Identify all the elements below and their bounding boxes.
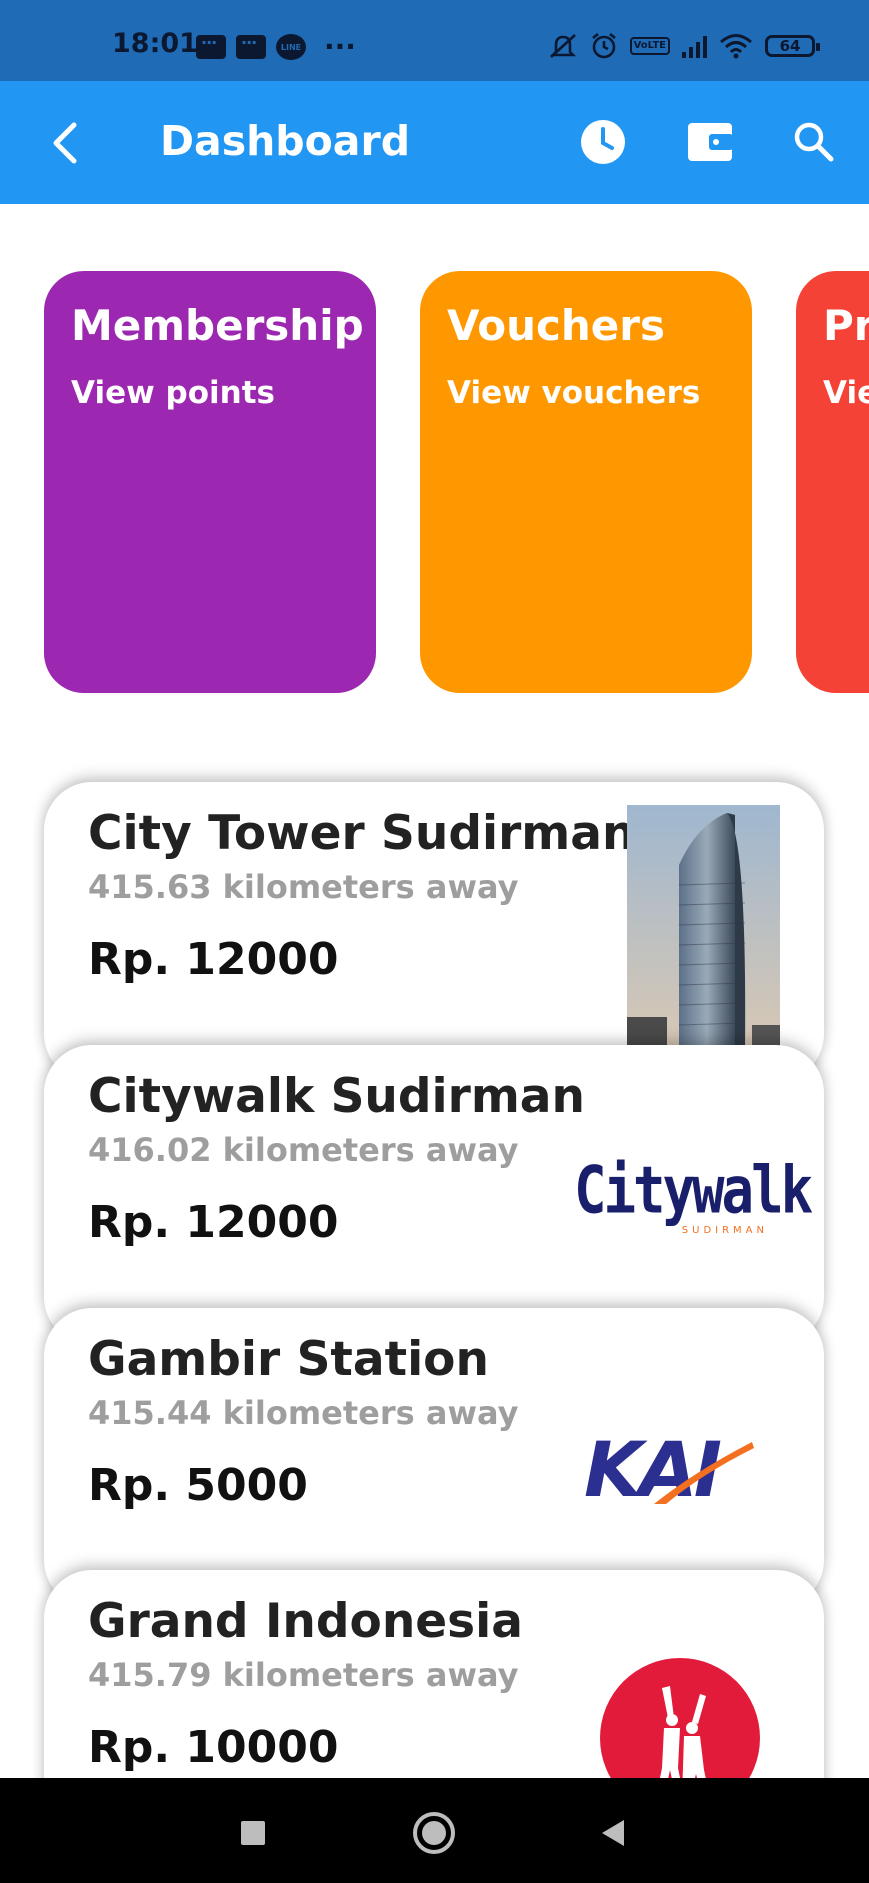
message-icon — [196, 33, 226, 59]
place-name: Gambir Station — [88, 1332, 489, 1387]
membership-card[interactable]: Membership View points — [44, 271, 376, 693]
place-distance: 415.63 kilometers away — [88, 868, 519, 906]
place-name: Grand Indonesia — [88, 1594, 523, 1649]
history-button[interactable] — [572, 111, 634, 173]
battery-icon: 64 — [765, 35, 820, 57]
square-icon — [241, 1821, 265, 1845]
notification-icons: LINE ··· — [196, 30, 356, 63]
place-name: City Tower Sudirman — [88, 806, 636, 861]
home-button[interactable] — [409, 1808, 459, 1858]
place-distance: 415.79 kilometers away — [88, 1656, 519, 1694]
system-icons: VoLTE 64 — [548, 32, 820, 60]
circle-icon — [413, 1812, 455, 1854]
back-button[interactable] — [40, 115, 96, 171]
place-card-gambir[interactable]: Gambir Station 415.44 kilometers away Rp… — [44, 1308, 824, 1608]
app-bar: Dashboard — [0, 81, 869, 204]
status-time: 18:01 — [112, 28, 198, 59]
vouchers-card[interactable]: Vouchers View vouchers — [420, 271, 752, 693]
place-distance: 415.44 kilometers away — [88, 1394, 519, 1432]
back-nav-button[interactable] — [588, 1808, 638, 1858]
place-card-city-tower[interactable]: City Tower Sudirman 415.63 kilometers aw… — [44, 782, 824, 1082]
volte-icon: VoLTE — [629, 37, 670, 55]
message-icon — [236, 33, 266, 59]
category-subtitle: View points — [71, 375, 275, 411]
triangle-back-icon — [602, 1820, 624, 1846]
place-price: Rp. 10000 — [88, 1722, 339, 1773]
category-subtitle: Vie — [823, 375, 869, 411]
category-subtitle: View vouchers — [447, 375, 701, 411]
wallet-icon — [688, 123, 733, 161]
place-price: Rp. 5000 — [88, 1460, 308, 1511]
place-distance: 416.02 kilometers away — [88, 1131, 519, 1169]
back-arrow-icon — [53, 122, 77, 164]
wallet-button[interactable] — [679, 111, 741, 173]
building-photo — [627, 805, 780, 1049]
place-price: Rp. 12000 — [88, 934, 339, 985]
promo-card[interactable]: Pr Vie — [796, 271, 869, 693]
more-notifications-icon: ··· — [324, 30, 356, 63]
kai-logo: KAI — [584, 1432, 764, 1508]
category-title: Vouchers — [447, 301, 665, 350]
citywalk-logo: Citywalk SUDIRMAN — [574, 1152, 813, 1236]
recents-button[interactable] — [228, 1808, 278, 1858]
page-title: Dashboard — [160, 117, 411, 165]
clock-icon — [581, 120, 625, 164]
line-app-icon: LINE — [276, 34, 306, 60]
wifi-icon — [720, 34, 752, 59]
mute-icon — [549, 34, 576, 58]
alarm-icon — [591, 32, 616, 59]
place-price: Rp. 12000 — [88, 1197, 339, 1248]
place-name: Citywalk Sudirman — [88, 1069, 585, 1124]
place-card-citywalk[interactable]: Citywalk Sudirman 416.02 kilometers away… — [44, 1045, 824, 1345]
navigation-bar — [0, 1778, 869, 1883]
search-icon — [794, 122, 834, 162]
search-button[interactable] — [783, 111, 845, 173]
category-title: Pr — [823, 301, 869, 350]
signal-icon — [682, 34, 707, 58]
status-bar: 18:01 LINE ··· VoLTE 64 — [0, 0, 869, 81]
category-title: Membership — [71, 301, 364, 350]
